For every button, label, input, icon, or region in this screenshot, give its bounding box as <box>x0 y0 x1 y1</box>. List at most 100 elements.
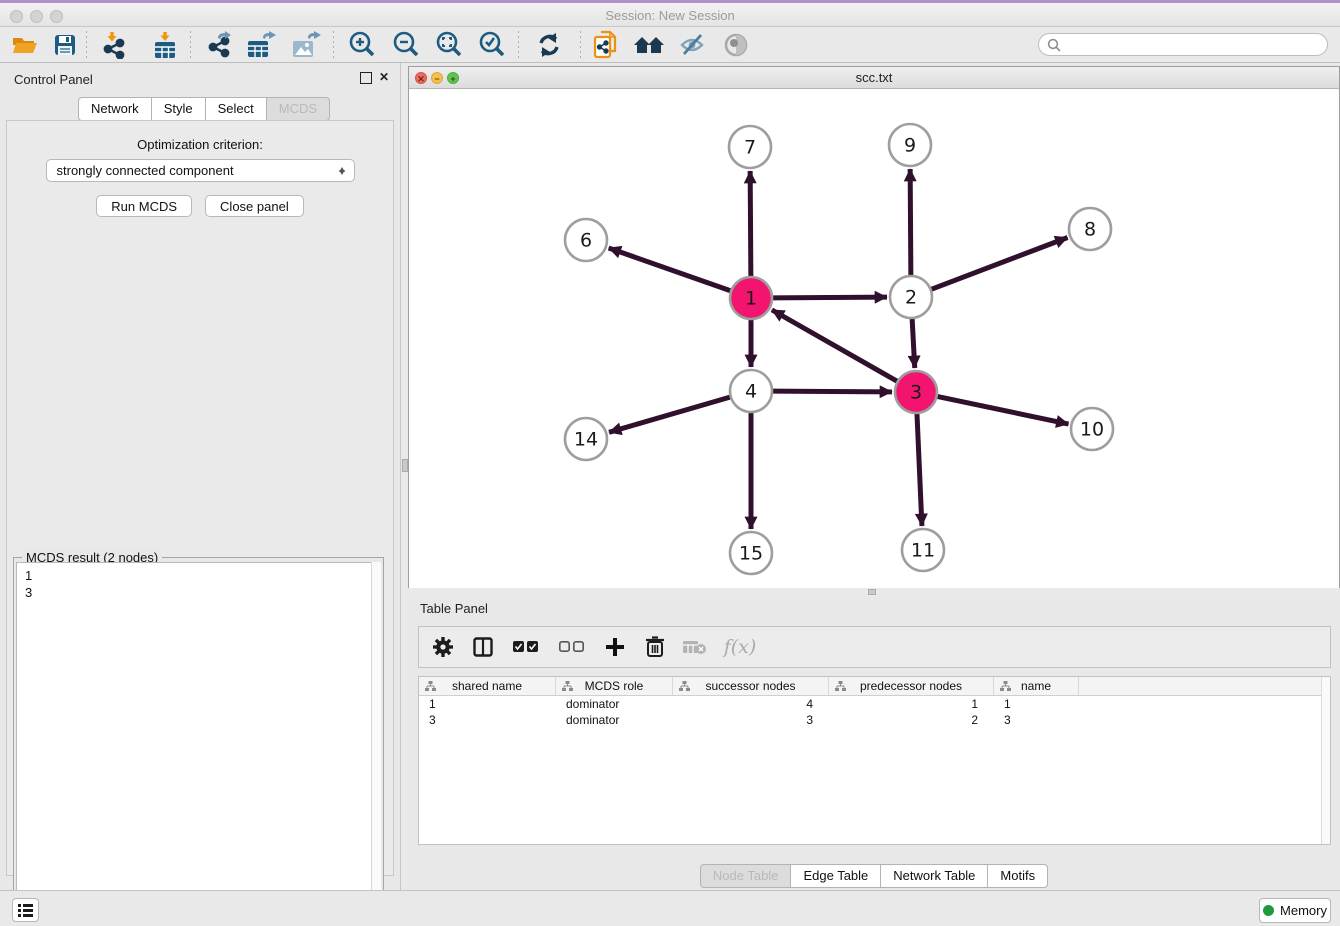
table-cell[interactable]: 4 <box>673 696 829 712</box>
criterion-select[interactable]: strongly connected component <box>46 159 355 182</box>
close-panel-icon[interactable]: ✕ <box>378 72 390 84</box>
node-label-3: 3 <box>910 382 922 404</box>
tab-select[interactable]: Select <box>205 97 266 121</box>
export-network-icon[interactable] <box>202 31 236 59</box>
table-cell[interactable]: dominator <box>556 696 673 712</box>
search-input[interactable] <box>1061 38 1327 52</box>
node-label-7: 7 <box>744 137 756 159</box>
tab-edge-table[interactable]: Edge Table <box>790 864 880 888</box>
zoom-selected-icon[interactable] <box>475 31 509 59</box>
save-session-icon[interactable] <box>48 31 82 59</box>
table-cell[interactable]: 1 <box>829 696 994 712</box>
column-header-MCDS-role[interactable]: MCDS role <box>556 677 673 695</box>
table-cell[interactable]: 3 <box>419 712 556 728</box>
manage-networks-icon[interactable] <box>590 31 624 59</box>
network-canvas[interactable]: 1234678910111415 <box>409 89 1339 588</box>
add-icon[interactable] <box>603 635 627 659</box>
edge-1-7[interactable] <box>750 171 751 277</box>
run-mcds-button[interactable]: Run MCDS <box>96 195 192 217</box>
select-all-icon[interactable] <box>511 635 541 659</box>
tab-mcds[interactable]: MCDS <box>266 97 330 121</box>
table-cell[interactable]: dominator <box>556 712 673 728</box>
zoom-fit-icon[interactable] <box>432 31 466 59</box>
table-cell[interactable]: 3 <box>994 712 1079 728</box>
mcds-result-list[interactable]: 1 3 <box>16 562 381 926</box>
gear-icon[interactable] <box>431 635 455 659</box>
close-panel-button[interactable]: Close panel <box>205 195 304 217</box>
function-icon: f(x) <box>723 635 757 659</box>
edge-2-3[interactable] <box>912 318 915 368</box>
export-table-icon[interactable] <box>245 31 279 59</box>
window-title: Session: New Session <box>0 8 1340 23</box>
edge-4-14[interactable] <box>609 397 731 432</box>
show-panel-icon[interactable] <box>720 31 754 59</box>
table-body: 1dominator4113dominator323 <box>419 696 1330 728</box>
edge-3-10[interactable] <box>937 396 1069 424</box>
network-graph[interactable]: 1234678910111415 <box>409 89 1339 588</box>
tab-network[interactable]: Network <box>78 97 151 121</box>
column-header-name[interactable]: name <box>994 677 1079 695</box>
table-row[interactable]: 3dominator323 <box>419 712 1330 728</box>
zoom-out-icon[interactable] <box>389 31 423 59</box>
column-header-shared-name[interactable]: shared name <box>419 677 556 695</box>
edge-2-9[interactable] <box>910 169 911 276</box>
tab-motifs[interactable]: Motifs <box>987 864 1048 888</box>
delete-icon[interactable] <box>643 635 667 659</box>
table-cell[interactable]: 1 <box>419 696 556 712</box>
select-stepper-icon <box>338 163 347 179</box>
export-image-icon[interactable] <box>290 31 324 59</box>
node-label-10: 10 <box>1080 419 1104 441</box>
sort-icon <box>679 681 690 692</box>
node-table[interactable]: shared nameMCDS rolesuccessor nodesprede… <box>418 676 1331 845</box>
zoom-in-icon[interactable] <box>345 31 379 59</box>
toolbar-separator <box>190 31 191 59</box>
import-table-icon[interactable] <box>148 31 182 59</box>
table-scrollbar[interactable] <box>1321 677 1330 844</box>
tab-node-table[interactable]: Node Table <box>700 864 791 888</box>
columns-icon[interactable] <box>471 635 495 659</box>
hide-panel-icon[interactable] <box>676 31 710 59</box>
application-window: Session: New Session <box>0 0 1340 926</box>
horizontal-splitter[interactable] <box>408 588 1340 597</box>
network-window-titlebar[interactable]: ✕ − + scc.txt <box>409 67 1339 89</box>
edge-2-8[interactable] <box>931 238 1068 290</box>
tab-network-table[interactable]: Network Table <box>880 864 987 888</box>
toolbar-separator <box>518 31 519 59</box>
table-cell[interactable]: 2 <box>829 712 994 728</box>
toolbar-separator <box>333 31 334 59</box>
titlebar: Session: New Session <box>0 0 1340 27</box>
column-header-successor-nodes[interactable]: successor nodes <box>673 677 829 695</box>
edge-1-2[interactable] <box>772 297 887 298</box>
memory-button[interactable]: Memory <box>1259 898 1331 923</box>
sort-icon <box>1000 681 1011 692</box>
edge-3-1[interactable] <box>772 310 898 382</box>
splitter-handle[interactable] <box>868 589 876 595</box>
node-label-11: 11 <box>911 540 935 562</box>
optimization-criterion-label: Optimization criterion: <box>7 137 393 152</box>
edge-1-6[interactable] <box>609 248 732 291</box>
column-header-predecessor-nodes[interactable]: predecessor nodes <box>829 677 994 695</box>
refresh-icon[interactable] <box>532 31 566 59</box>
task-history-button[interactable] <box>12 898 39 922</box>
home-icon[interactable] <box>632 31 666 59</box>
edge-4-3[interactable] <box>772 391 892 392</box>
memory-status-icon <box>1263 905 1274 916</box>
node-label-15: 15 <box>739 543 763 565</box>
import-network-icon[interactable] <box>98 31 132 59</box>
sort-icon <box>835 681 846 692</box>
open-session-icon[interactable] <box>8 31 42 59</box>
tab-style[interactable]: Style <box>151 97 205 121</box>
clear-table-icon <box>683 635 707 659</box>
list-icon <box>18 904 33 917</box>
deselect-all-icon[interactable] <box>557 635 587 659</box>
sort-icon <box>562 681 573 692</box>
float-panel-icon[interactable] <box>360 72 372 84</box>
table-cell[interactable]: 3 <box>673 712 829 728</box>
vertical-splitter[interactable] <box>400 63 408 890</box>
edge-3-11[interactable] <box>917 413 922 526</box>
table-row[interactable]: 1dominator411 <box>419 696 1330 712</box>
result-scrollbar[interactable] <box>371 562 381 926</box>
control-panel-tabs: NetworkStyleSelectMCDS <box>78 97 330 121</box>
search-field[interactable] <box>1038 33 1328 56</box>
table-cell[interactable]: 1 <box>994 696 1079 712</box>
